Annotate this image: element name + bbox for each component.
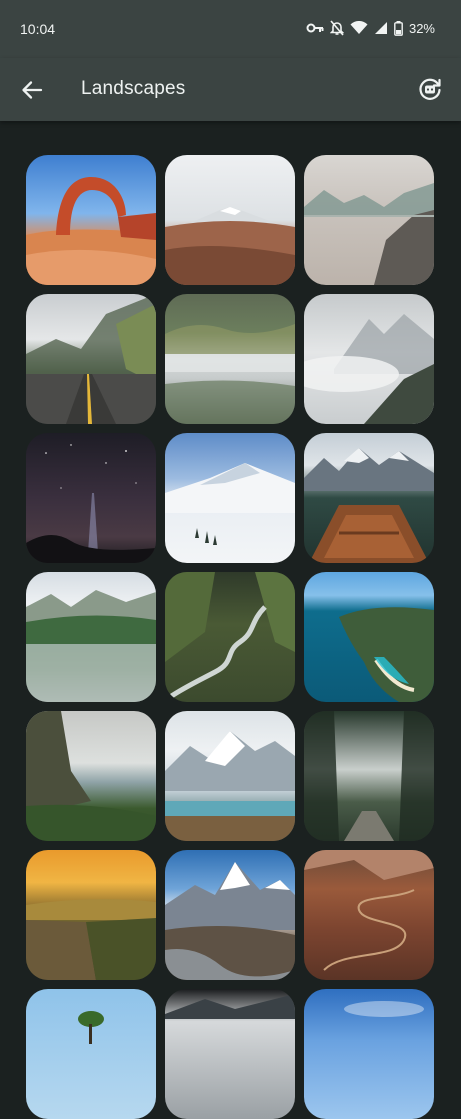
foggy-forest-lake-image [165, 324, 295, 424]
vpn-key-icon [306, 23, 324, 33]
wallpaper-tile-glacier-lake[interactable] [165, 711, 295, 841]
milky-way-image [26, 444, 156, 563]
forest-path-image [304, 711, 434, 841]
glacier-lake-image [165, 731, 295, 841]
snowy-mountain-image [165, 463, 295, 545]
lone-tree-image [78, 1011, 104, 1044]
wallpaper-tile-lone-tree[interactable] [26, 989, 156, 1119]
status-bar: 10:04 32% [0, 0, 461, 58]
stormy-ridge-image [165, 994, 295, 1019]
boat-mountain-lake-image [304, 448, 434, 563]
rotate-wallpaper-button[interactable] [415, 74, 445, 104]
wallpaper-tile-winding-road-canyon[interactable] [304, 850, 434, 980]
wallpaper-tile-foggy-forest-lake[interactable] [165, 294, 295, 424]
signal-icon [374, 22, 387, 34]
wallpaper-tile-boat-mountain-lake[interactable] [304, 433, 434, 563]
wallpaper-tile-forest-path[interactable] [304, 711, 434, 841]
mountain-road-image [26, 294, 156, 424]
green-valley-stream-image [165, 572, 295, 700]
wallpaper-tile-himalayan-peak[interactable] [165, 850, 295, 980]
alpine-lake-image [26, 590, 156, 702]
cloudy-peaks-image [304, 314, 434, 424]
status-time: 10:04 [20, 21, 56, 37]
wallpaper-tile-delicate-arch[interactable] [26, 155, 156, 285]
arrow-back-icon [22, 81, 43, 99]
wallpaper-tile-stormy-ridge[interactable] [165, 989, 295, 1119]
page-title: Landscapes [81, 78, 186, 99]
delicate-arch-image [26, 177, 156, 285]
wallpaper-tile-sunset-canyon[interactable] [26, 850, 156, 980]
wallpaper-tile-cloudy-peaks[interactable] [304, 294, 434, 424]
sunset-canyon-image [26, 899, 156, 980]
misty-lake-image [304, 183, 434, 285]
back-button[interactable] [18, 76, 46, 104]
wallpaper-tile-coastal-bay[interactable] [304, 572, 434, 702]
himalayan-peak-image [165, 862, 295, 980]
wallpaper-tile-desert-volcano[interactable] [165, 155, 295, 285]
rotate-wallpaper-icon [419, 78, 441, 100]
status-icons: 32% [306, 20, 435, 36]
battery-icon [394, 20, 403, 36]
winding-road-canyon-image [304, 850, 434, 971]
coastal-bay-image [339, 607, 434, 702]
battery-percent: 32% [408, 20, 435, 36]
blue-sky-horizon-image [344, 1001, 424, 1017]
wallpaper-tile-sea-cliffs[interactable] [26, 711, 156, 841]
wallpaper-grid [26, 155, 434, 1119]
wallpaper-tile-misty-lake[interactable] [304, 155, 434, 285]
wallpaper-tile-blue-sky-horizon[interactable] [304, 989, 434, 1119]
wallpaper-tile-mountain-road[interactable] [26, 294, 156, 424]
wifi-icon [350, 21, 368, 34]
desert-volcano-image [165, 207, 295, 285]
sea-cliffs-image [26, 711, 156, 841]
do-not-disturb-off-icon [329, 20, 344, 36]
wallpaper-tile-milky-way[interactable] [26, 433, 156, 563]
wallpaper-tile-green-valley-stream[interactable] [165, 572, 295, 702]
app-bar: Landscapes [0, 58, 461, 121]
wallpaper-tile-alpine-lake[interactable] [26, 572, 156, 702]
wallpaper-tile-snowy-mountain[interactable] [165, 433, 295, 563]
